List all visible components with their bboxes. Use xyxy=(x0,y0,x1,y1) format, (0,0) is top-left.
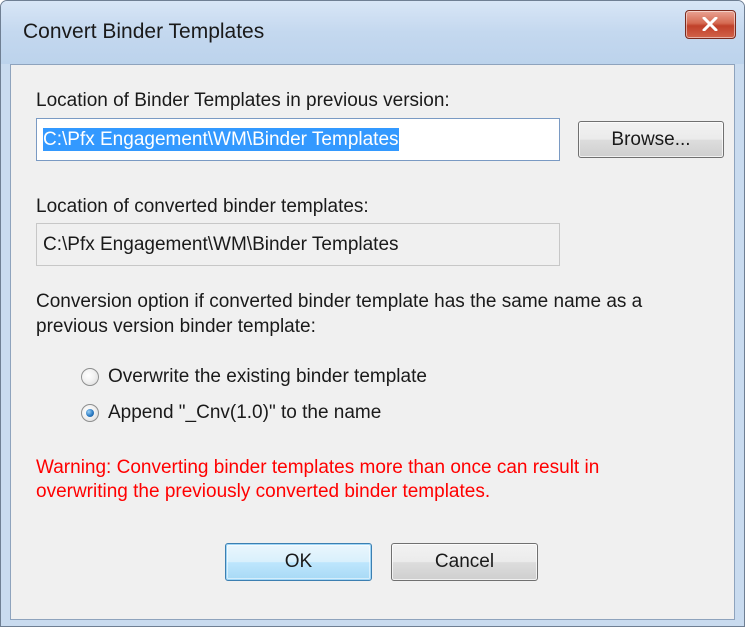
source-location-label: Location of Binder Templates in previous… xyxy=(36,90,450,111)
browse-button[interactable]: Browse... xyxy=(578,121,724,158)
conversion-prompt-line2: previous version binder template: xyxy=(36,316,316,337)
target-location-label: Location of converted binder templates: xyxy=(36,196,369,217)
source-location-input[interactable]: C:\Pfx Engagement\WM\Binder Templates xyxy=(36,118,560,161)
dialog-body: Location of Binder Templates in previous… xyxy=(10,64,735,620)
target-location-field: C:\Pfx Engagement\WM\Binder Templates xyxy=(36,223,560,266)
append-option[interactable]: Append "_Cnv(1.0)" to the name xyxy=(81,402,501,426)
warning-message: Warning: Converting binder templates mor… xyxy=(36,456,716,504)
source-location-value: C:\Pfx Engagement\WM\Binder Templates xyxy=(43,128,399,151)
target-location-value: C:\Pfx Engagement\WM\Binder Templates xyxy=(43,234,399,255)
overwrite-option[interactable]: Overwrite the existing binder template xyxy=(81,366,501,390)
append-option-label: Append "_Cnv(1.0)" to the name xyxy=(108,402,382,423)
cancel-button[interactable]: Cancel xyxy=(391,543,538,581)
overwrite-option-label: Overwrite the existing binder template xyxy=(108,366,427,387)
close-x-icon xyxy=(702,17,718,31)
conversion-prompt-line1: Conversion option if converted binder te… xyxy=(36,291,643,312)
dialog-title: Convert Binder Templates xyxy=(23,20,265,43)
dialog-window: Convert Binder Templates Location of Bin… xyxy=(0,0,745,627)
warning-line1: Warning: Converting binder templates mor… xyxy=(36,457,600,478)
append-radio[interactable] xyxy=(81,404,99,422)
close-button[interactable] xyxy=(685,10,736,39)
ok-button[interactable]: OK xyxy=(225,543,372,581)
warning-line2: overwriting the previously converted bin… xyxy=(36,481,491,502)
overwrite-radio[interactable] xyxy=(81,368,99,386)
title-bar[interactable]: Convert Binder Templates xyxy=(1,1,744,64)
